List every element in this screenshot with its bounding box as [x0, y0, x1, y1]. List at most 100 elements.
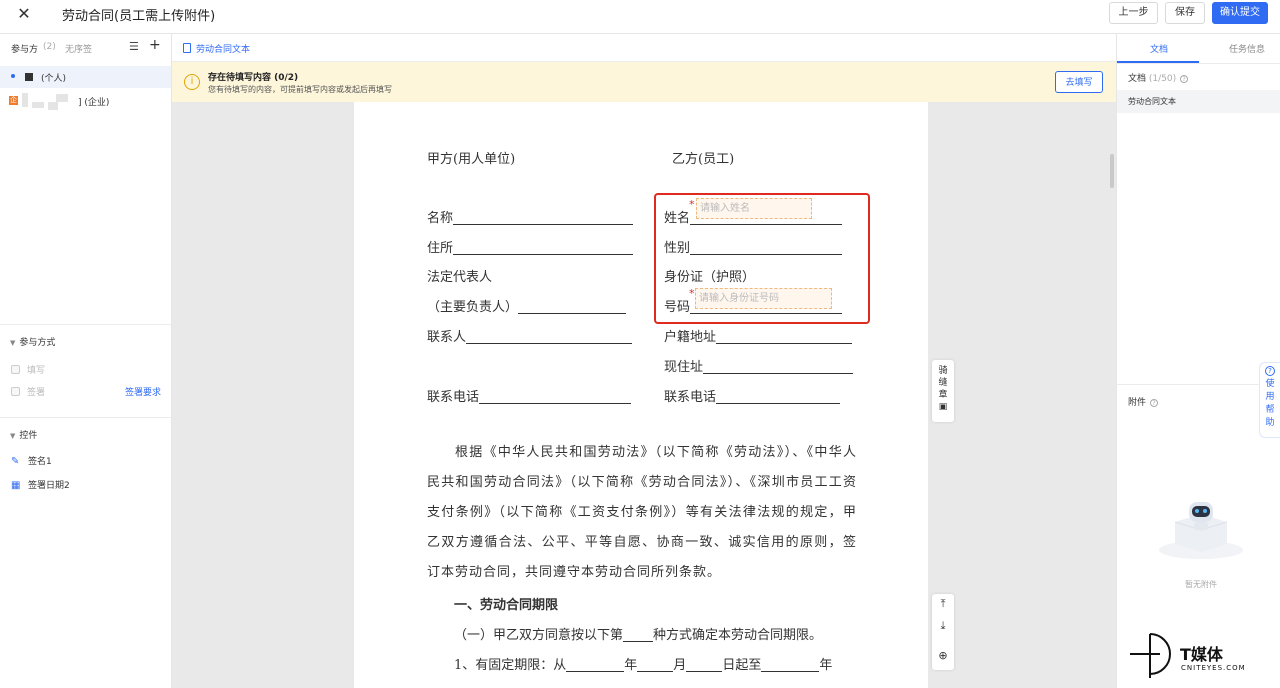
participants-title: 参与方	[11, 45, 39, 55]
redacted-block	[32, 102, 44, 108]
sign-requirement-link[interactable]: 签署要求	[125, 385, 161, 398]
documents-title: 文档 (1/50)?	[1128, 71, 1189, 84]
scroll-top-icon[interactable]: ⤒	[932, 597, 954, 611]
section-title: 控件	[19, 431, 38, 441]
party-a-principal-row: （主要负责人）	[427, 296, 627, 315]
watermark-subtitle: CNITEYES.COM	[1181, 664, 1246, 672]
document-icon	[183, 43, 191, 53]
control-signature[interactable]: ✎ 签名1	[11, 454, 52, 467]
participant-label: (个人)	[41, 74, 67, 84]
seal-icon: ▣	[938, 402, 948, 412]
section-title: 参与方式	[19, 338, 56, 348]
checkbox-icon[interactable]	[11, 387, 20, 396]
help-icon[interactable]: ?	[1180, 75, 1189, 83]
blank-line	[716, 390, 841, 404]
clause-text: 日起至	[722, 658, 762, 673]
document-name: 劳动合同文本	[1128, 97, 1176, 106]
party-a-legal-rep: 法定代表人	[427, 270, 493, 285]
left-panel: 参与方 (2) 无序签 ☰ + (个人) 企 ] (企业) ▼ 参与方式 填写 签…	[0, 34, 172, 688]
divider	[1117, 384, 1280, 385]
collapse-triangle-icon: ▼	[10, 432, 16, 440]
blank-line	[518, 300, 627, 314]
empty-attachments-text: 暂无附件	[1185, 580, 1217, 589]
close-icon[interactable]: ✕	[14, 4, 34, 24]
party-a-name-row: 名称	[427, 207, 634, 226]
party-b-hukou-row: 户籍地址	[664, 326, 853, 345]
field-label: 联系电话	[664, 390, 717, 405]
locate-icon[interactable]: ⊕	[932, 649, 954, 662]
seal-char: 章	[938, 390, 948, 400]
person-icon	[25, 73, 33, 81]
section-title: 文档	[1128, 74, 1147, 84]
cross-page-seal-tab[interactable]: 骑 缝 章 ▣	[932, 360, 954, 422]
section-title: 附件	[1128, 398, 1147, 408]
join-method-sign[interactable]: 签署	[11, 385, 45, 398]
highlight-box	[654, 193, 870, 324]
previous-step-button[interactable]: 上一步	[1109, 2, 1158, 24]
field-label: 住所	[427, 241, 454, 256]
controls-section[interactable]: ▼ 控件	[10, 428, 37, 441]
blank-line	[686, 658, 723, 672]
participant-item-company[interactable]: 企 ] (企业)	[0, 90, 171, 112]
go-fill-button[interactable]: 去填写	[1055, 71, 1103, 93]
clause-text: （一）甲乙双方同意按以下第	[454, 628, 624, 643]
control-sign-date[interactable]: ▦ 签署日期2	[11, 478, 70, 491]
party-a-contact-row: 联系人	[427, 326, 633, 345]
help-icon[interactable]: ?	[1150, 399, 1159, 407]
watermark: T媒体 CNITEYES.COM	[1128, 628, 1280, 680]
redacted-block	[48, 102, 58, 110]
clause-text: 种方式确定本劳动合同期限。	[653, 628, 823, 643]
party-b-phone-row: 联系电话	[664, 386, 841, 405]
clause-text: 1、有固定期限：从	[454, 658, 567, 673]
join-method-label: 填写	[27, 366, 46, 376]
contract-preamble: 根据《中华人民共和国劳动法》（以下简称《劳动法》）、《中华人民共和国劳动合同法》…	[427, 445, 857, 580]
join-method-fill[interactable]: 填写	[11, 363, 45, 376]
collapse-triangle-icon: ▼	[10, 339, 16, 347]
help-sidebar-button[interactable]: ? 使 用 帮 助	[1259, 362, 1280, 438]
tab-documents[interactable]: 文档	[1150, 42, 1168, 55]
document-canvas: 甲方(用人单位) 乙方(员工) 名称 住所 法定代表人 （主要负责人） 联系人 …	[172, 102, 1116, 688]
seal-char: 骑	[938, 366, 948, 376]
blank-line	[703, 360, 854, 374]
add-participant-icon[interactable]: +	[149, 37, 161, 53]
page-title: 劳动合同(员工需上传附件)	[62, 9, 216, 24]
control-label: 签名1	[28, 457, 52, 467]
party-a-phone-row: 联系电话	[427, 386, 632, 405]
tab-task-info[interactable]: 任务信息	[1229, 42, 1265, 55]
help-char: 助	[1265, 418, 1275, 428]
tab-contract-text[interactable]: 劳动合同文本	[183, 42, 250, 55]
join-method-label: 签署	[27, 388, 46, 398]
blank-line	[453, 211, 634, 225]
watermark-logo-icon	[1130, 633, 1171, 678]
notice-title: 存在待填写内容 (0/2)	[208, 73, 299, 83]
blank-line	[466, 330, 633, 344]
empty-robot-illustration	[1159, 502, 1243, 559]
party-a-header: 甲方(用人单位)	[427, 152, 516, 167]
clause-text: 年	[624, 658, 638, 673]
save-button[interactable]: 保存	[1165, 2, 1205, 24]
vertical-scrollbar[interactable]	[1110, 154, 1114, 188]
sort-icon[interactable]: ☰	[129, 40, 139, 53]
document-list-item[interactable]: 劳动合同文本	[1117, 90, 1280, 113]
checkbox-icon[interactable]	[11, 365, 20, 374]
contract-page: 甲方(用人单位) 乙方(员工) 名称 住所 法定代表人 （主要负责人） 联系人 …	[354, 102, 928, 688]
signature-pen-icon: ✎	[11, 456, 20, 467]
notice-subtitle: 您有待填写的内容，可提前填写内容或发起后再填写	[208, 85, 392, 94]
blank-line	[453, 241, 634, 255]
control-label: 签署日期2	[28, 481, 70, 491]
scroll-bottom-icon[interactable]: ⤓	[932, 619, 954, 633]
company-badge-icon: 企	[9, 96, 18, 105]
sign-order-label: 无序签	[65, 45, 93, 55]
tab-label: 劳动合同文本	[196, 45, 251, 55]
blank-line	[637, 658, 674, 672]
top-header: ✕ 劳动合同(员工需上传附件) 上一步 保存 确认提交	[0, 0, 1280, 34]
watermark-title: T媒体	[1180, 645, 1223, 664]
help-char: 用	[1265, 392, 1275, 402]
join-method-section[interactable]: ▼ 参与方式	[10, 335, 55, 348]
participant-item-individual[interactable]: (个人)	[0, 66, 171, 88]
clause-1: （一）甲乙双方同意按以下第 种方式确定本劳动合同期限。	[454, 624, 822, 643]
page-tools: ⤒ ⤓ ⊕	[932, 594, 954, 670]
documents-count: (1/50)	[1148, 74, 1177, 84]
confirm-submit-button[interactable]: 确认提交	[1212, 2, 1268, 24]
field-label: 现住址	[664, 360, 704, 375]
